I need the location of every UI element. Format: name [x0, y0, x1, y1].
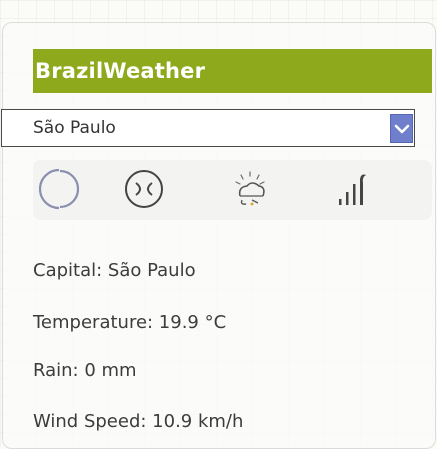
rain-text: Rain: 0 mm — [33, 360, 137, 381]
cloudy-icon[interactable] — [120, 165, 168, 213]
capital-text: Capital: São Paulo — [33, 260, 196, 281]
signal-strength-icon[interactable] — [329, 165, 377, 213]
dropdown-button[interactable] — [390, 114, 413, 143]
weather-icon-bar — [33, 160, 432, 220]
sun-cloud-icon[interactable] — [226, 165, 274, 213]
app-title: BrazilWeather — [33, 49, 432, 93]
city-select[interactable]: São Paulo — [1, 109, 415, 147]
city-select-value: São Paulo — [33, 118, 116, 138]
chevron-down-icon — [394, 124, 409, 133]
wind-speed-text: Wind Speed: 10.9 km/h — [33, 411, 244, 432]
night-clear-icon[interactable] — [35, 165, 83, 213]
temperature-text: Temperature: 19.9 °C — [33, 312, 227, 333]
